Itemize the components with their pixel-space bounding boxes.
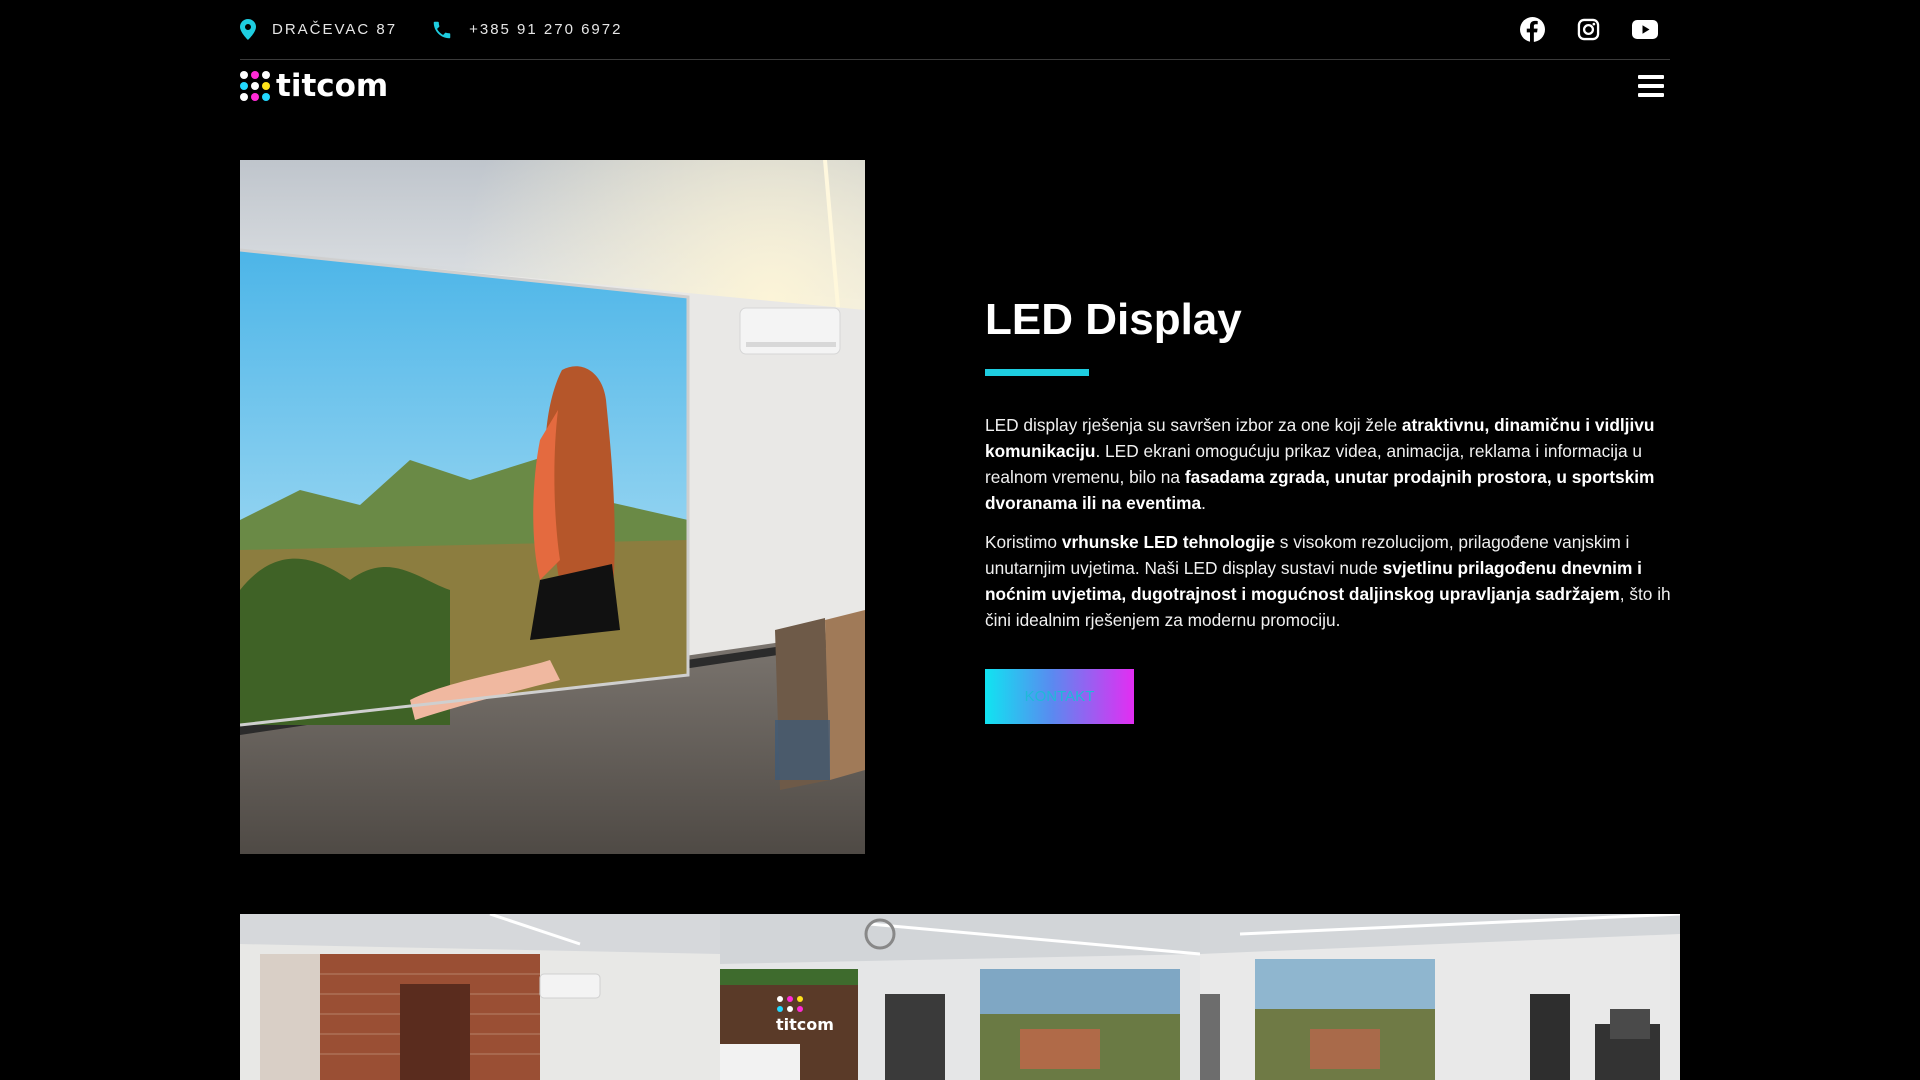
photo-gallery: titcom xyxy=(240,914,1680,1080)
top-bar: DRAČEVAC 87 +385 91 270 6972 xyxy=(240,0,1670,60)
logo-dots-icon xyxy=(240,71,270,101)
logo-dot xyxy=(251,93,259,101)
led-display-section: LED Display LED display rješenja su savr… xyxy=(985,295,1685,724)
gallery-photo-brick-wall[interactable] xyxy=(240,914,720,1080)
body-text: . xyxy=(1201,493,1206,513)
logo-dot xyxy=(262,71,270,79)
title-accent-bar xyxy=(985,369,1089,376)
wall-logo-text: titcom xyxy=(776,1015,834,1034)
phone-info[interactable]: +385 91 270 6972 xyxy=(431,19,622,41)
phone-text: +385 91 270 6972 xyxy=(469,21,623,38)
section-title: LED Display xyxy=(985,295,1242,344)
technology-paragraph: Koristimo vrhunske LED tehnologije s vis… xyxy=(985,529,1685,633)
body-text: LED display rješenja su savršen izbor za… xyxy=(985,415,1402,435)
address-text: DRAČEVAC 87 xyxy=(272,21,398,38)
gallery-photo-showroom[interactable]: titcom xyxy=(720,914,1200,1080)
address-info[interactable]: DRAČEVAC 87 xyxy=(240,19,397,40)
brand-name: titcom xyxy=(276,68,389,104)
kontakt-button[interactable]: KONTAKT xyxy=(985,669,1134,724)
facebook-icon[interactable] xyxy=(1520,17,1545,42)
logo-dot xyxy=(240,93,248,101)
menu-toggle-icon[interactable] xyxy=(1638,75,1664,97)
location-pin-icon xyxy=(240,19,256,40)
instagram-icon[interactable] xyxy=(1577,18,1600,41)
main-navbar: titcom xyxy=(240,60,1670,112)
phone-icon xyxy=(433,21,451,38)
social-links xyxy=(1520,17,1658,42)
logo-dot xyxy=(262,93,270,101)
intro-paragraph: LED display rješenja su savršen izbor za… xyxy=(985,412,1685,516)
logo-dot xyxy=(240,71,248,79)
gallery-photo-led-wall[interactable] xyxy=(1200,914,1680,1080)
logo-dot xyxy=(240,82,248,90)
body-text: Koristimo xyxy=(985,532,1062,552)
emphasis-text: vrhunske LED tehnologije xyxy=(1061,532,1275,552)
logo-dot xyxy=(262,82,270,90)
logo-dot xyxy=(251,82,259,90)
logo-dot xyxy=(251,71,259,79)
youtube-icon[interactable] xyxy=(1632,20,1658,39)
led-display-photo xyxy=(240,160,865,854)
brand-logo[interactable]: titcom xyxy=(240,68,388,104)
